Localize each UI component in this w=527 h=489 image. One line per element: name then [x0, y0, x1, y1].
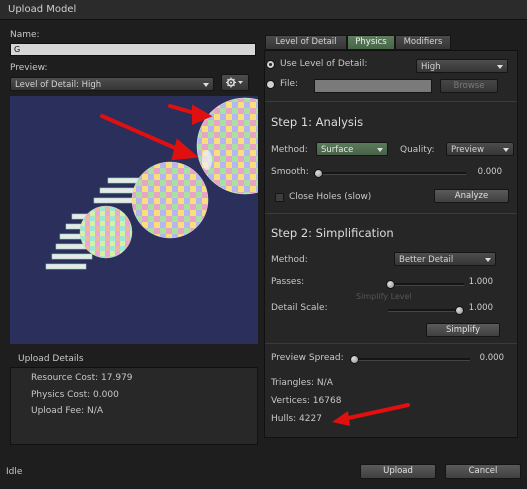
simplification-method-label: Method:	[271, 255, 308, 265]
analyze-button[interactable]: Analyze	[434, 189, 509, 203]
cancel-button[interactable]: Cancel	[445, 464, 521, 479]
chevron-down-icon	[497, 65, 503, 69]
close-holes-checkbox[interactable]	[275, 193, 284, 202]
simplification-method-value: Better Detail	[399, 255, 454, 265]
name-input[interactable]	[10, 43, 256, 56]
annotation-arrows	[100, 104, 213, 161]
preview-spread-label: Preview Spread:	[271, 353, 344, 363]
title-bar[interactable]: Upload Model	[0, 0, 527, 20]
divider	[265, 343, 517, 344]
chevron-down-icon	[485, 258, 491, 262]
smooth-slider-track[interactable]	[316, 172, 466, 175]
file-path-field[interactable]	[314, 79, 432, 93]
tab-physics[interactable]: Physics	[347, 35, 395, 50]
step1-title: Step 1: Analysis	[271, 115, 364, 129]
simplification-method-dropdown[interactable]: Better Detail	[394, 252, 496, 266]
simplify-level-ghost-label: Simplify Level	[356, 292, 412, 301]
resource-cost: Resource Cost: 17.979	[31, 373, 133, 383]
analysis-method-label: Method:	[271, 145, 308, 155]
analysis-method-value: Surface	[321, 145, 354, 155]
passes-label: Passes:	[271, 277, 305, 287]
preview-label: Preview:	[10, 63, 48, 73]
detail-scale-label: Detail Scale:	[271, 303, 328, 313]
step2-title: Step 2: Simplification	[271, 226, 394, 240]
upload-details-title: Upload Details	[18, 354, 84, 364]
detail-scale-value: 1.000	[468, 303, 493, 313]
upload-button[interactable]: Upload	[360, 464, 436, 479]
physics-lod-value: High	[421, 62, 441, 72]
passes-slider-handle[interactable]	[386, 280, 395, 289]
analysis-method-dropdown[interactable]: Surface	[316, 142, 388, 156]
smooth-value: 0.000	[477, 167, 502, 177]
hulls-count: Hulls: 4227	[271, 414, 322, 424]
quality-label: Quality:	[400, 145, 435, 155]
name-label: Name:	[10, 30, 40, 40]
tab-modifiers[interactable]: Modifiers	[395, 35, 451, 50]
tab-level-of-detail[interactable]: Level of Detail	[265, 35, 347, 50]
quality-value: Preview	[451, 145, 485, 155]
preview-lod-dropdown[interactable]: Level of Detail: High	[10, 77, 214, 91]
divider	[265, 213, 517, 214]
browse-button[interactable]: Browse	[440, 79, 498, 93]
use-lod-radio[interactable]	[266, 60, 275, 69]
upload-fee: Upload Fee: N/A	[31, 406, 103, 416]
chevron-down-icon	[203, 83, 209, 87]
model-render	[45, 97, 294, 270]
quality-dropdown[interactable]: Preview	[446, 142, 514, 156]
use-lod-label: Use Level of Detail:	[280, 59, 368, 69]
chevron-down-icon	[503, 148, 509, 152]
gear-icon	[226, 77, 243, 88]
simplify-button[interactable]: Simplify	[426, 323, 500, 337]
preview-spread-slider-track[interactable]	[352, 358, 470, 361]
chevron-down-icon	[377, 148, 383, 152]
preview-spread-value: 0.000	[479, 353, 504, 363]
detail-scale-slider-track[interactable]	[388, 309, 464, 312]
physics-lod-dropdown[interactable]: High	[416, 59, 508, 73]
divider	[265, 101, 517, 102]
window-title: Upload Model	[8, 4, 77, 15]
model-preview-viewport[interactable]	[10, 96, 294, 344]
preview-lod-value: Level of Detail: High	[15, 80, 102, 90]
preview-options-button[interactable]	[221, 74, 249, 91]
triangles-count: Triangles: N/A	[271, 378, 333, 388]
smooth-slider-handle[interactable]	[314, 169, 323, 178]
smooth-label: Smooth:	[271, 167, 309, 177]
file-label: File:	[280, 79, 299, 89]
passes-slider-track[interactable]	[388, 283, 464, 286]
passes-value: 1.000	[468, 277, 493, 287]
physics-cost: Physics Cost: 0.000	[31, 390, 119, 400]
hulls-annotation-arrow	[332, 403, 410, 426]
close-holes-label: Close Holes (slow)	[289, 192, 372, 202]
file-radio[interactable]	[266, 80, 275, 89]
preview-spread-slider-handle[interactable]	[350, 355, 359, 364]
status-text: Idle	[6, 467, 23, 477]
